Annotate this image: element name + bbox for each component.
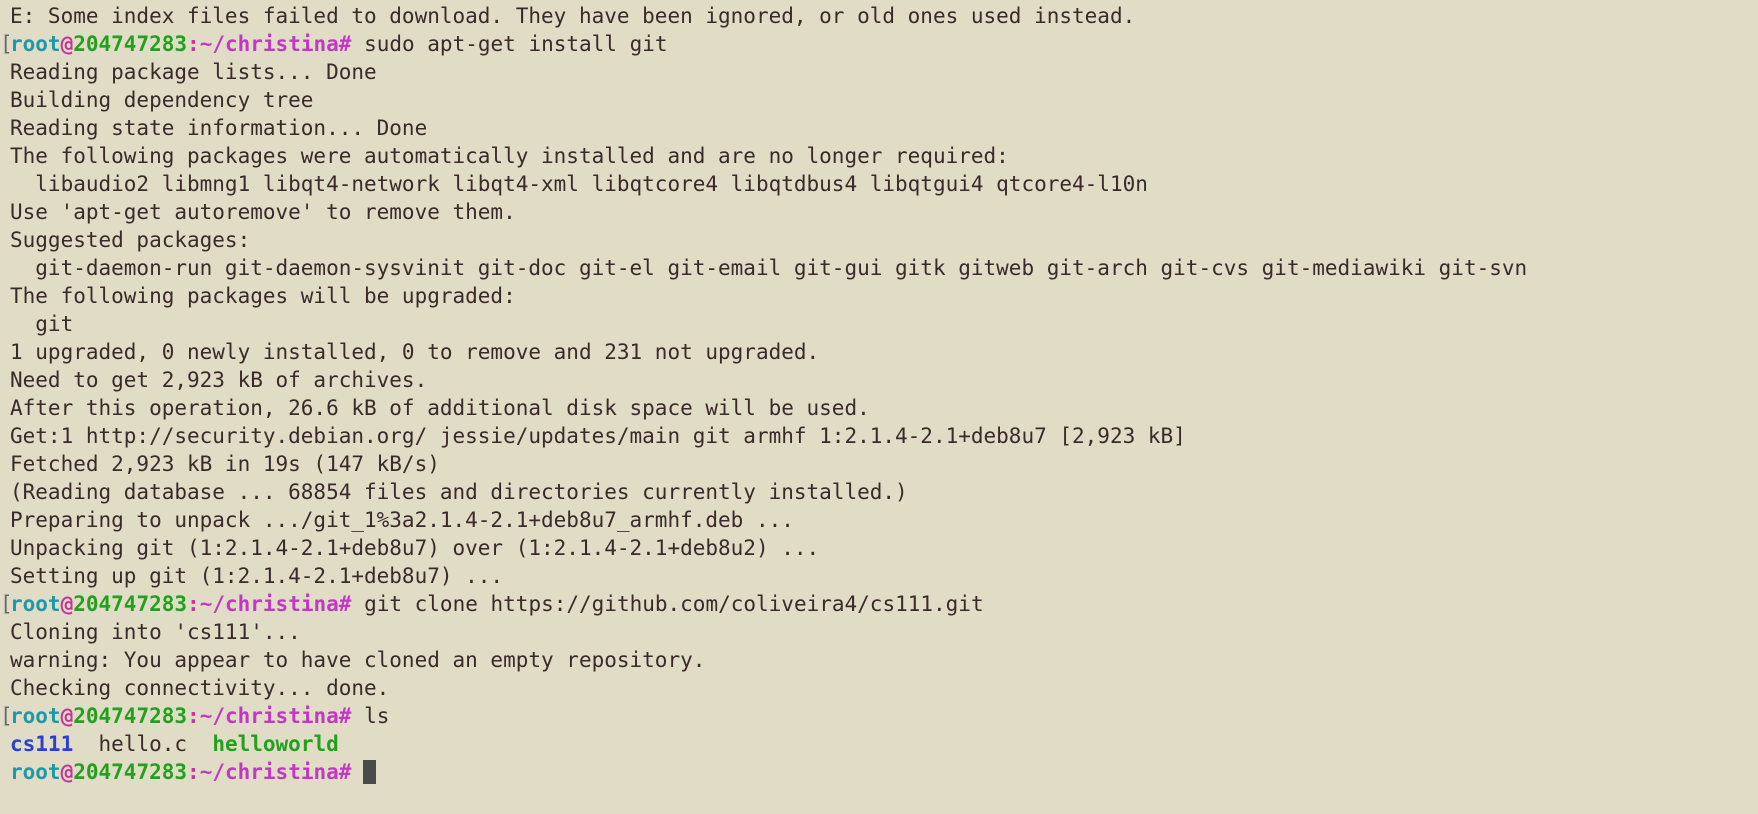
prompt-mark: [: [0, 32, 13, 56]
output-text: Building dependency tree: [10, 88, 314, 112]
prompt-at: @: [60, 704, 74, 728]
output-text: (Reading database ... 68854 files and di…: [10, 480, 908, 504]
output-line: Fetched 2,923 kB in 19s (147 kB/s): [10, 450, 1748, 478]
output-text: Unpacking git (1:2.1.4-2.1+deb8u7) over …: [10, 536, 820, 560]
output-text: Need to get 2,923 kB of archives.: [10, 368, 428, 392]
prompt-host: 204747283: [73, 704, 188, 728]
output-line: Reading state information... Done: [10, 114, 1748, 142]
prompt-at: @: [60, 760, 74, 784]
prompt-host: 204747283: [73, 592, 188, 616]
prompt-user: root: [10, 760, 61, 784]
output-line: (Reading database ... 68854 files and di…: [10, 478, 1748, 506]
prompt-symbol: #: [338, 760, 352, 784]
prompt-path: ~/christina: [199, 704, 339, 728]
output-line: libaudio2 libmng1 libqt4-network libqt4-…: [10, 170, 1748, 198]
output-text: Reading package lists... Done: [10, 60, 377, 84]
output-text: Fetched 2,923 kB in 19s (147 kB/s): [10, 452, 440, 476]
prompt-user: root: [10, 592, 61, 616]
prompt-line: root@204747283:~/christina#: [10, 758, 1748, 786]
output-line: git-daemon-run git-daemon-sysvinit git-d…: [10, 254, 1748, 282]
output-line: Need to get 2,923 kB of archives.: [10, 366, 1748, 394]
output-text: Use 'apt-get autoremove' to remove them.: [10, 200, 516, 224]
output-text: Setting up git (1:2.1.4-2.1+deb8u7) ...: [10, 564, 504, 588]
prompt-symbol: #: [338, 32, 352, 56]
prompt-mark: [: [0, 592, 13, 616]
prompt-path: ~/christina: [199, 32, 339, 56]
output-line: Get:1 http://security.debian.org/ jessie…: [10, 422, 1748, 450]
command-text: ls: [364, 704, 390, 728]
command-text: sudo apt-get install git: [364, 32, 668, 56]
output-text: Reading state information... Done: [10, 116, 428, 140]
output-text: Preparing to unpack .../git_1%3a2.1.4-2.…: [10, 508, 794, 532]
prompt-colon: :: [187, 704, 200, 728]
output-line: Preparing to unpack .../git_1%3a2.1.4-2.…: [10, 506, 1748, 534]
output-line: git: [10, 310, 1748, 338]
output-line: E: Some index files failed to download. …: [10, 2, 1748, 30]
text-cursor[interactable]: [363, 760, 377, 784]
output-text: warning: You appear to have cloned an em…: [10, 648, 706, 672]
prompt-symbol: #: [338, 592, 352, 616]
output-line: Suggested packages:: [10, 226, 1748, 254]
prompt-host: 204747283: [73, 32, 188, 56]
prompt-path: ~/christina: [199, 760, 339, 784]
output-line: After this operation, 26.6 kB of additio…: [10, 394, 1748, 422]
output-text: Cloning into 'cs111'...: [10, 620, 301, 644]
prompt-host: 204747283: [73, 760, 188, 784]
output-text: git: [10, 312, 74, 336]
prompt-line: [root@204747283:~/christina# sudo apt-ge…: [0, 30, 1748, 58]
ls-output-line: cs111 hello.c helloworld: [10, 730, 1748, 758]
prompt-at: @: [60, 592, 74, 616]
output-line: Reading package lists... Done: [10, 58, 1748, 86]
output-text: E: Some index files failed to download. …: [10, 4, 1136, 28]
output-text: Get:1 http://security.debian.org/ jessie…: [10, 424, 1186, 448]
prompt-colon: :: [187, 32, 200, 56]
output-line: 1 upgraded, 0 newly installed, 0 to remo…: [10, 338, 1748, 366]
terminal-window[interactable]: E: Some index files failed to download. …: [0, 0, 1758, 814]
output-line: Building dependency tree: [10, 86, 1748, 114]
prompt-at: @: [60, 32, 74, 56]
output-text: Checking connectivity... done.: [10, 676, 390, 700]
output-line: Setting up git (1:2.1.4-2.1+deb8u7) ...: [10, 562, 1748, 590]
output-text: Suggested packages:: [10, 228, 251, 252]
ls-entry-exec: helloworld: [212, 732, 339, 756]
prompt-colon: :: [187, 592, 200, 616]
prompt-symbol: #: [338, 704, 352, 728]
prompt-mark: [: [0, 704, 13, 728]
output-text: The following packages were automaticall…: [10, 144, 1009, 168]
prompt-line: [root@204747283:~/christina# git clone h…: [0, 590, 1748, 618]
output-line: The following packages will be upgraded:: [10, 282, 1748, 310]
prompt-colon: :: [187, 760, 200, 784]
output-line: Unpacking git (1:2.1.4-2.1+deb8u7) over …: [10, 534, 1748, 562]
prompt-path: ~/christina: [199, 592, 339, 616]
output-line: warning: You appear to have cloned an em…: [10, 646, 1748, 674]
output-text: The following packages will be upgraded:: [10, 284, 516, 308]
output-text: After this operation, 26.6 kB of additio…: [10, 396, 870, 420]
output-line: Checking connectivity... done.: [10, 674, 1748, 702]
prompt-user: root: [10, 32, 61, 56]
output-text: git-daemon-run git-daemon-sysvinit git-d…: [10, 256, 1528, 280]
prompt-user: root: [10, 704, 61, 728]
output-text: 1 upgraded, 0 newly installed, 0 to remo…: [10, 340, 820, 364]
output-text: libaudio2 libmng1 libqt4-network libqt4-…: [10, 172, 1148, 196]
prompt-line: [root@204747283:~/christina# ls: [0, 702, 1748, 730]
command-text: git clone https://github.com/coliveira4/…: [364, 592, 984, 616]
output-line: Use 'apt-get autoremove' to remove them.: [10, 198, 1748, 226]
output-line: Cloning into 'cs111'...: [10, 618, 1748, 646]
output-line: The following packages were automaticall…: [10, 142, 1748, 170]
ls-entry-dir: cs111: [10, 732, 74, 756]
ls-entry-file: hello.c: [98, 732, 188, 756]
